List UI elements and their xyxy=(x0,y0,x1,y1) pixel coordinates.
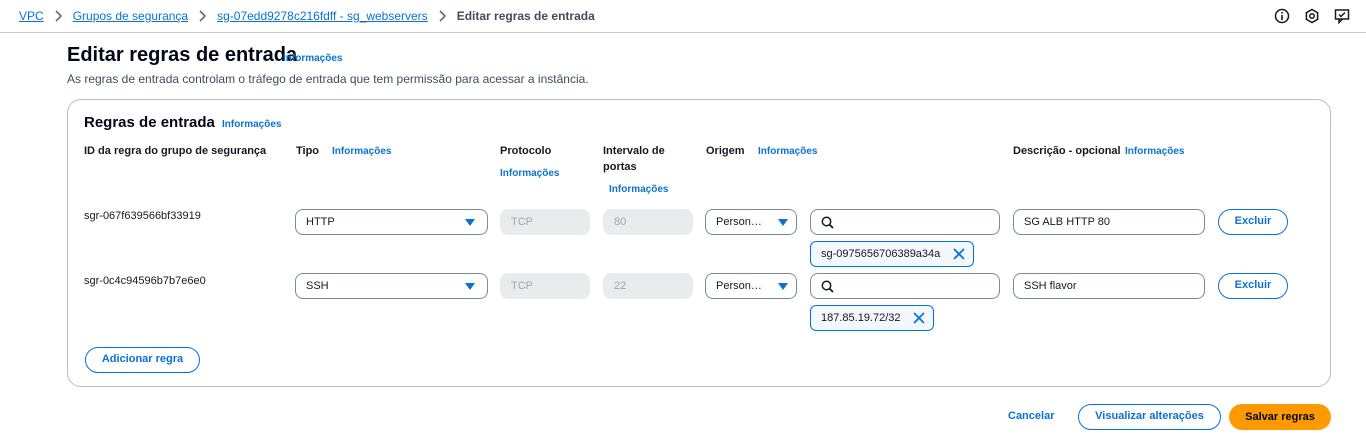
col-protocol-info[interactable]: Informações xyxy=(500,168,559,179)
page-subtitle: As regras de entrada controlam o tráfego… xyxy=(67,72,589,86)
source-type-value: Person… xyxy=(716,216,762,228)
col-type: Tipo xyxy=(296,145,320,157)
breadcrumb: VPC Grupos de segurança sg-07edd9278c216… xyxy=(19,9,595,23)
source-search-input[interactable] xyxy=(810,209,1000,235)
source-type-value: Person… xyxy=(716,280,762,292)
source-type-select[interactable]: Person… xyxy=(705,273,797,299)
col-type-info[interactable]: Informações xyxy=(332,146,391,157)
feedback-icon[interactable] xyxy=(1334,8,1350,25)
cancel-button[interactable]: Cancelar xyxy=(1008,410,1054,422)
source-token-label: sg-0975656706389a34a xyxy=(821,248,941,260)
source-type-select[interactable]: Person… xyxy=(705,209,797,235)
type-select[interactable]: HTTP xyxy=(295,209,488,235)
chevron-right-icon xyxy=(199,10,207,22)
chevron-right-icon xyxy=(439,10,446,22)
top-bar: VPC Grupos de segurança sg-07edd9278c216… xyxy=(0,0,1366,33)
breadcrumb-security-group[interactable]: sg-07edd9278c216fdff - sg_webservers xyxy=(217,9,428,23)
col-port-range-info[interactable]: Informações xyxy=(609,184,668,195)
description-input[interactable]: SSH flavor xyxy=(1013,273,1205,299)
caret-down-icon xyxy=(778,219,788,226)
col-port-range-line2: portas xyxy=(603,161,637,173)
search-icon xyxy=(821,280,834,293)
close-icon[interactable] xyxy=(953,248,965,260)
settings-icon[interactable] xyxy=(1304,8,1320,24)
caret-down-icon xyxy=(778,283,788,290)
protocol-field: TCP xyxy=(500,209,590,235)
section-info-link[interactable]: Informações xyxy=(222,119,281,130)
save-rules-button[interactable]: Salvar regras xyxy=(1229,404,1331,430)
type-select-value: SSH xyxy=(306,280,329,292)
chevron-right-icon xyxy=(55,10,62,22)
breadcrumb-vpc[interactable]: VPC xyxy=(19,9,44,23)
col-description: Descrição - opcional xyxy=(1013,145,1121,157)
caret-down-icon xyxy=(465,283,475,290)
description-input[interactable]: SG ALB HTTP 80 xyxy=(1013,209,1205,235)
port-range-field: 22 xyxy=(603,273,693,299)
search-icon xyxy=(821,216,834,229)
close-icon[interactable] xyxy=(913,312,925,324)
protocol-field: TCP xyxy=(500,273,590,299)
add-rule-button[interactable]: Adicionar regra xyxy=(85,347,200,373)
info-icon[interactable] xyxy=(1274,8,1290,24)
source-token: 187.85.19.72/32 xyxy=(810,305,934,331)
delete-rule-button[interactable]: Excluir xyxy=(1218,209,1288,235)
source-search-input[interactable] xyxy=(810,273,1000,299)
rule-id: sgr-0c4c94596b7b7e6e0 xyxy=(84,275,206,287)
delete-rule-button[interactable]: Excluir xyxy=(1218,273,1288,299)
page-title: Editar regras de entrada xyxy=(67,44,298,66)
preview-changes-button[interactable]: Visualizar alterações xyxy=(1078,404,1221,430)
col-port-range-line1: Intervalo de xyxy=(603,145,665,157)
caret-down-icon xyxy=(465,219,475,226)
page-info-link[interactable]: Informações xyxy=(283,53,342,64)
port-range-field: 80 xyxy=(603,209,693,235)
source-token: sg-0975656706389a34a xyxy=(810,241,974,267)
col-description-info[interactable]: Informações xyxy=(1125,146,1184,157)
section-title: Regras de entrada xyxy=(84,114,215,131)
col-source-info[interactable]: Informações xyxy=(758,146,817,157)
col-source: Origem xyxy=(706,145,745,157)
type-select-value: HTTP xyxy=(306,216,335,228)
col-protocol: Protocolo xyxy=(500,145,552,157)
type-select[interactable]: SSH xyxy=(295,273,488,299)
breadcrumb-current: Editar regras de entrada xyxy=(456,9,595,23)
col-rule-id: ID da regra do grupo de segurança xyxy=(84,145,267,157)
breadcrumb-security-groups[interactable]: Grupos de segurança xyxy=(73,9,188,23)
rule-id: sgr-067f639566bf33919 xyxy=(84,210,201,222)
source-token-label: 187.85.19.72/32 xyxy=(821,312,901,324)
